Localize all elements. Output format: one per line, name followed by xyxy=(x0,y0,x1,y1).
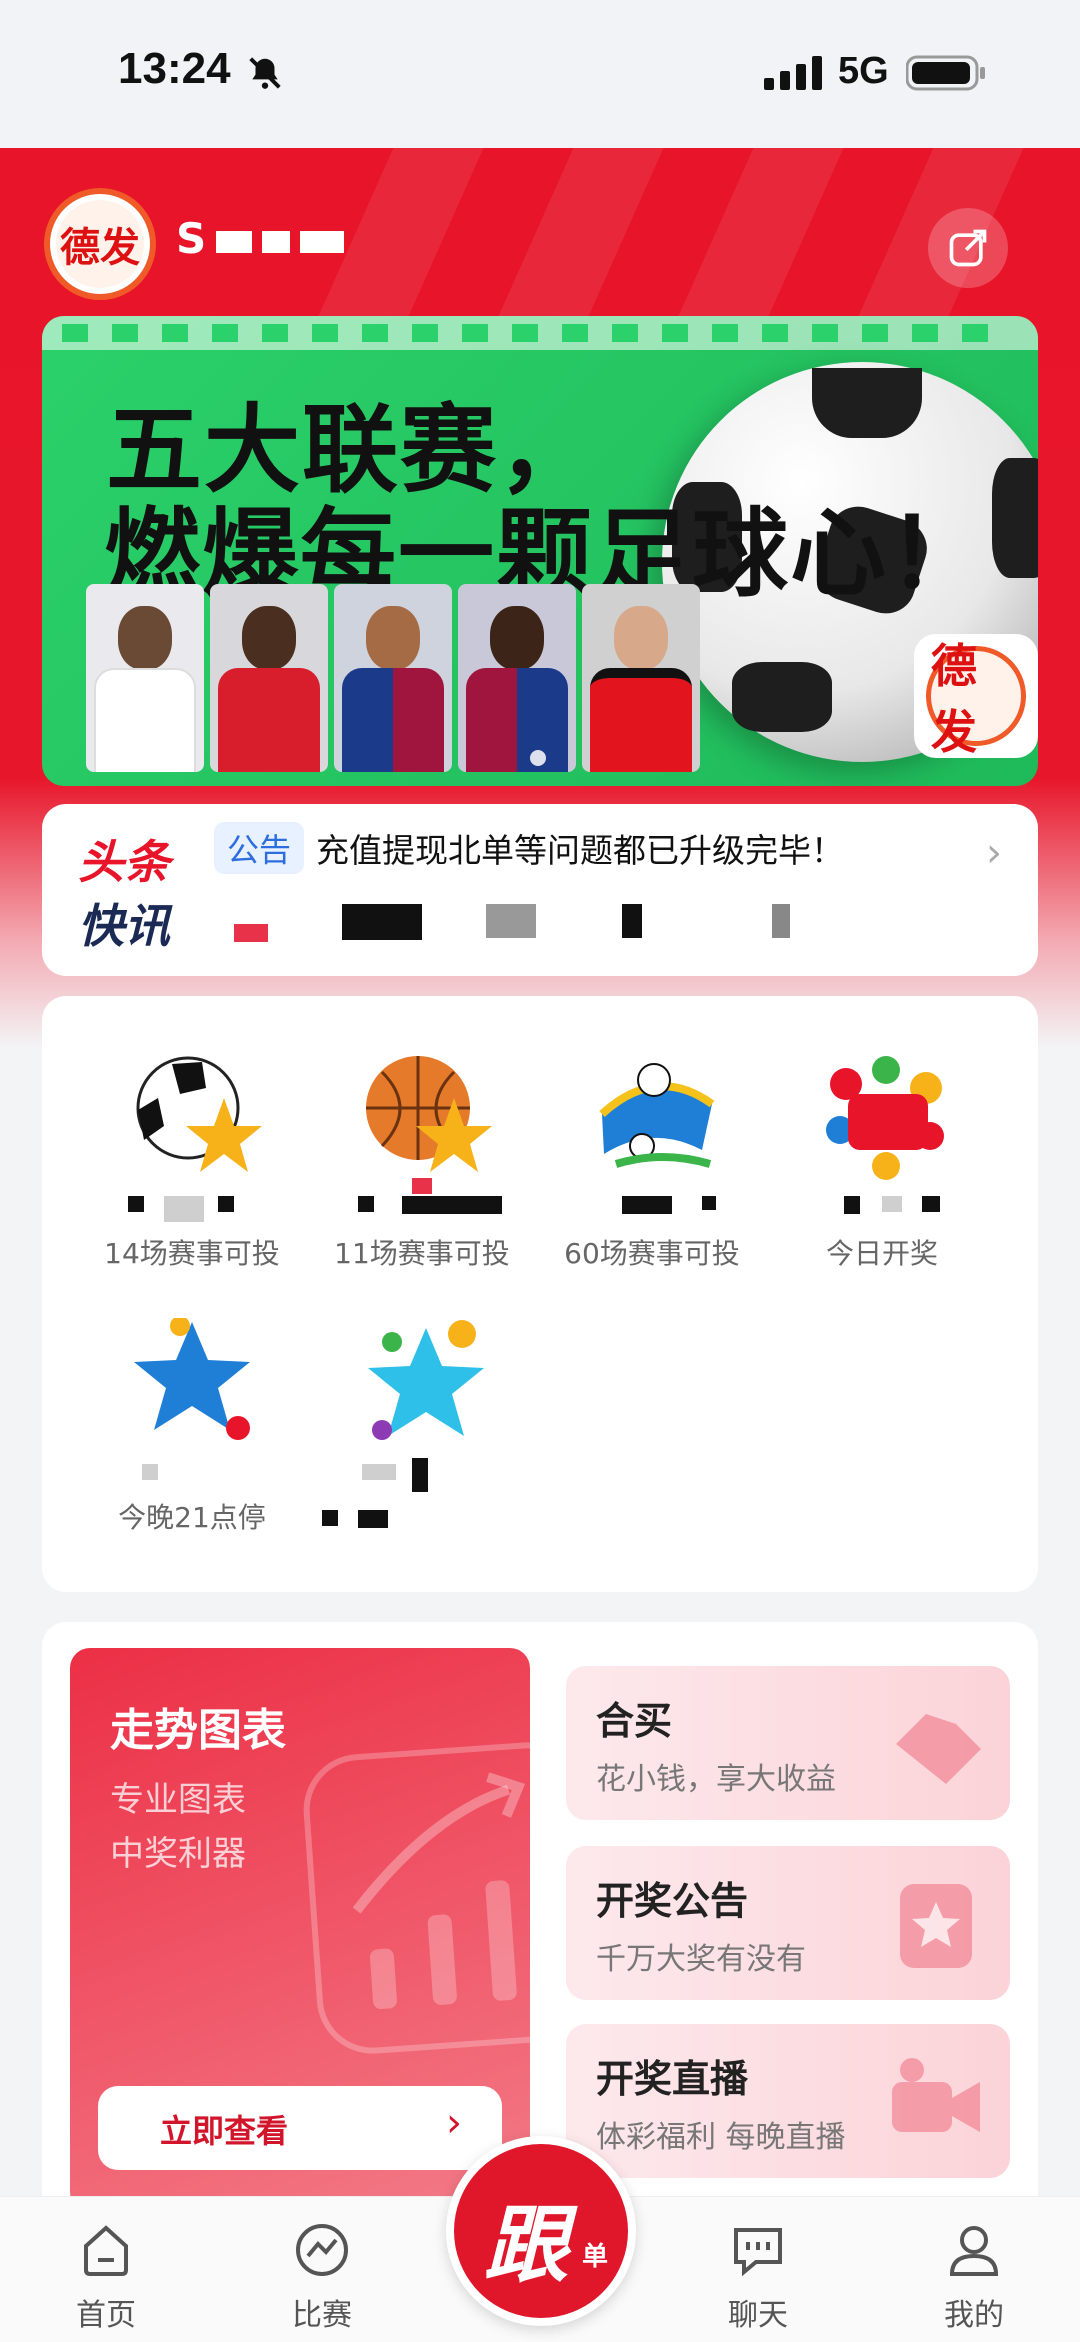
lottery-item-beidan[interactable]: 60场赛事可投 xyxy=(552,1054,752,1294)
chart-icon xyxy=(299,1738,530,2058)
view-now-label: 立即查看 xyxy=(160,2112,289,2150)
home-icon xyxy=(84,2225,128,2276)
basketball-star-icon xyxy=(366,1056,492,1172)
promo-banner[interactable]: 五大联赛， 燃爆每一颗足球心！ 德发 xyxy=(42,316,1038,786)
lottery-grid: 14场赛事可投 11场赛事可投 60场赛事可投 今日开奖 今晚21点停 xyxy=(42,996,1038,1592)
user-icon xyxy=(949,2226,999,2276)
trend-chart-card[interactable]: 走势图表 专业图表 中奖利器 立即查看 › xyxy=(70,1648,530,2212)
video-camera-icon xyxy=(892,2058,980,2132)
news-label-top: 头条 xyxy=(78,835,170,889)
notice-tag: 公告 xyxy=(214,822,304,874)
app-name: S xyxy=(176,214,345,263)
bell-off-icon xyxy=(249,57,281,89)
lottery-subtitle: 14场赛事可投 xyxy=(104,1237,280,1270)
film-strip xyxy=(42,316,1038,350)
tab-home-label: 首页 xyxy=(76,2298,136,2333)
view-now-button[interactable]: 立即查看 › xyxy=(98,2086,502,2170)
group-buy-subtitle: 花小钱，享大收益 xyxy=(596,1762,836,1797)
carousel-indicator xyxy=(530,750,546,766)
news-label-bottom: 快讯 xyxy=(78,899,170,953)
status-bar: 13:24 5G xyxy=(0,0,1080,148)
tab-mine-label: 我的 xyxy=(944,2298,1004,2333)
football-star-icon xyxy=(136,1056,262,1172)
player-photo-2 xyxy=(210,584,328,772)
news-ticker[interactable]: 头条 快讯 公告 充值提现北单等问题都已升级完毕！ › xyxy=(42,804,1038,976)
group-buy-title: 合买 xyxy=(596,1699,673,1743)
notice-text[interactable]: 充值提现北单等问题都已升级完毕！ xyxy=(316,824,844,872)
lottery-item-pailie5[interactable] xyxy=(322,1318,522,1558)
status-time: 13:24 xyxy=(118,44,231,93)
pailie3-icon xyxy=(134,1318,250,1440)
follow-big-text: 跟 xyxy=(484,2195,569,2294)
group-buy-card[interactable]: 合买 花小钱，享大收益 xyxy=(566,1666,1010,1820)
battery-icon xyxy=(906,55,985,91)
lottery-item-daletou[interactable]: 今日开奖 xyxy=(782,1054,982,1294)
chevron-right-icon: › xyxy=(446,2100,462,2146)
banner-logo-badge: 德发 xyxy=(914,634,1038,759)
lottery-item-basketball[interactable]: 11场赛事可投 xyxy=(322,1054,522,1294)
player-photo-3 xyxy=(334,584,452,772)
tab-match-label: 比赛 xyxy=(292,2298,352,2333)
app-logo[interactable]: 德发 xyxy=(44,188,156,300)
follow-small-text: 单 xyxy=(582,2242,609,2272)
draw-live-subtitle: 体彩福利 每晚直播 xyxy=(596,2120,846,2155)
trend-title: 走势图表 xyxy=(110,1705,286,1756)
tab-match[interactable]: 比赛 xyxy=(262,2210,382,2333)
share-button[interactable] xyxy=(928,208,1008,288)
logo-text: 德发 xyxy=(56,200,144,288)
lottery-subtitle: 11场赛事可投 xyxy=(334,1237,510,1270)
lottery-item-football[interactable]: 14场赛事可投 xyxy=(92,1054,292,1294)
lottery-item-pailie3[interactable]: 今晚21点停 xyxy=(92,1318,292,1558)
tab-home[interactable]: 首页 xyxy=(46,2210,166,2333)
lottery-subtitle: 今日开奖 xyxy=(825,1237,938,1270)
follow-bet-button[interactable]: 跟 单 xyxy=(446,2136,636,2326)
chat-icon xyxy=(734,2228,782,2277)
draw-live-card[interactable]: 开奖直播 体彩福利 每晚直播 xyxy=(566,2024,1010,2178)
lottery-subtitle: 今晚21点停 xyxy=(118,1501,266,1534)
player-photo-5 xyxy=(582,584,700,772)
app-name-prefix: S xyxy=(176,214,207,263)
trend-circle-icon xyxy=(296,2224,348,2276)
tab-mine[interactable]: 我的 xyxy=(914,2210,1034,2333)
draw-live-title: 开奖直播 xyxy=(596,2057,749,2101)
chevron-right-icon[interactable]: › xyxy=(986,830,1002,876)
draw-notice-card[interactable]: 开奖公告 千万大奖有没有 xyxy=(566,1846,1010,2000)
player-photo-1 xyxy=(86,584,204,772)
tab-chat[interactable]: 聊天 xyxy=(698,2210,818,2333)
share-icon xyxy=(949,229,987,267)
draw-notice-title: 开奖公告 xyxy=(596,1879,749,1923)
trend-subtitle-1: 专业图表 xyxy=(110,1780,246,1820)
player-photo-4 xyxy=(458,584,576,772)
lottery-subtitle: 60场赛事可投 xyxy=(564,1237,740,1270)
signal-icon xyxy=(764,56,822,90)
tab-chat-label: 聊天 xyxy=(728,2298,788,2333)
handshake-icon xyxy=(896,1714,981,1784)
star-badge-icon xyxy=(900,1884,972,1968)
banner-badge-text: 德发 xyxy=(926,639,1026,759)
daletou-icon xyxy=(826,1056,944,1180)
network-type: 5G xyxy=(838,50,889,92)
trend-subtitle-2: 中奖利器 xyxy=(110,1834,246,1874)
pailie5-icon xyxy=(368,1320,484,1440)
beidan-icon xyxy=(599,1063,715,1168)
draw-notice-subtitle: 千万大奖有没有 xyxy=(596,1942,806,1977)
